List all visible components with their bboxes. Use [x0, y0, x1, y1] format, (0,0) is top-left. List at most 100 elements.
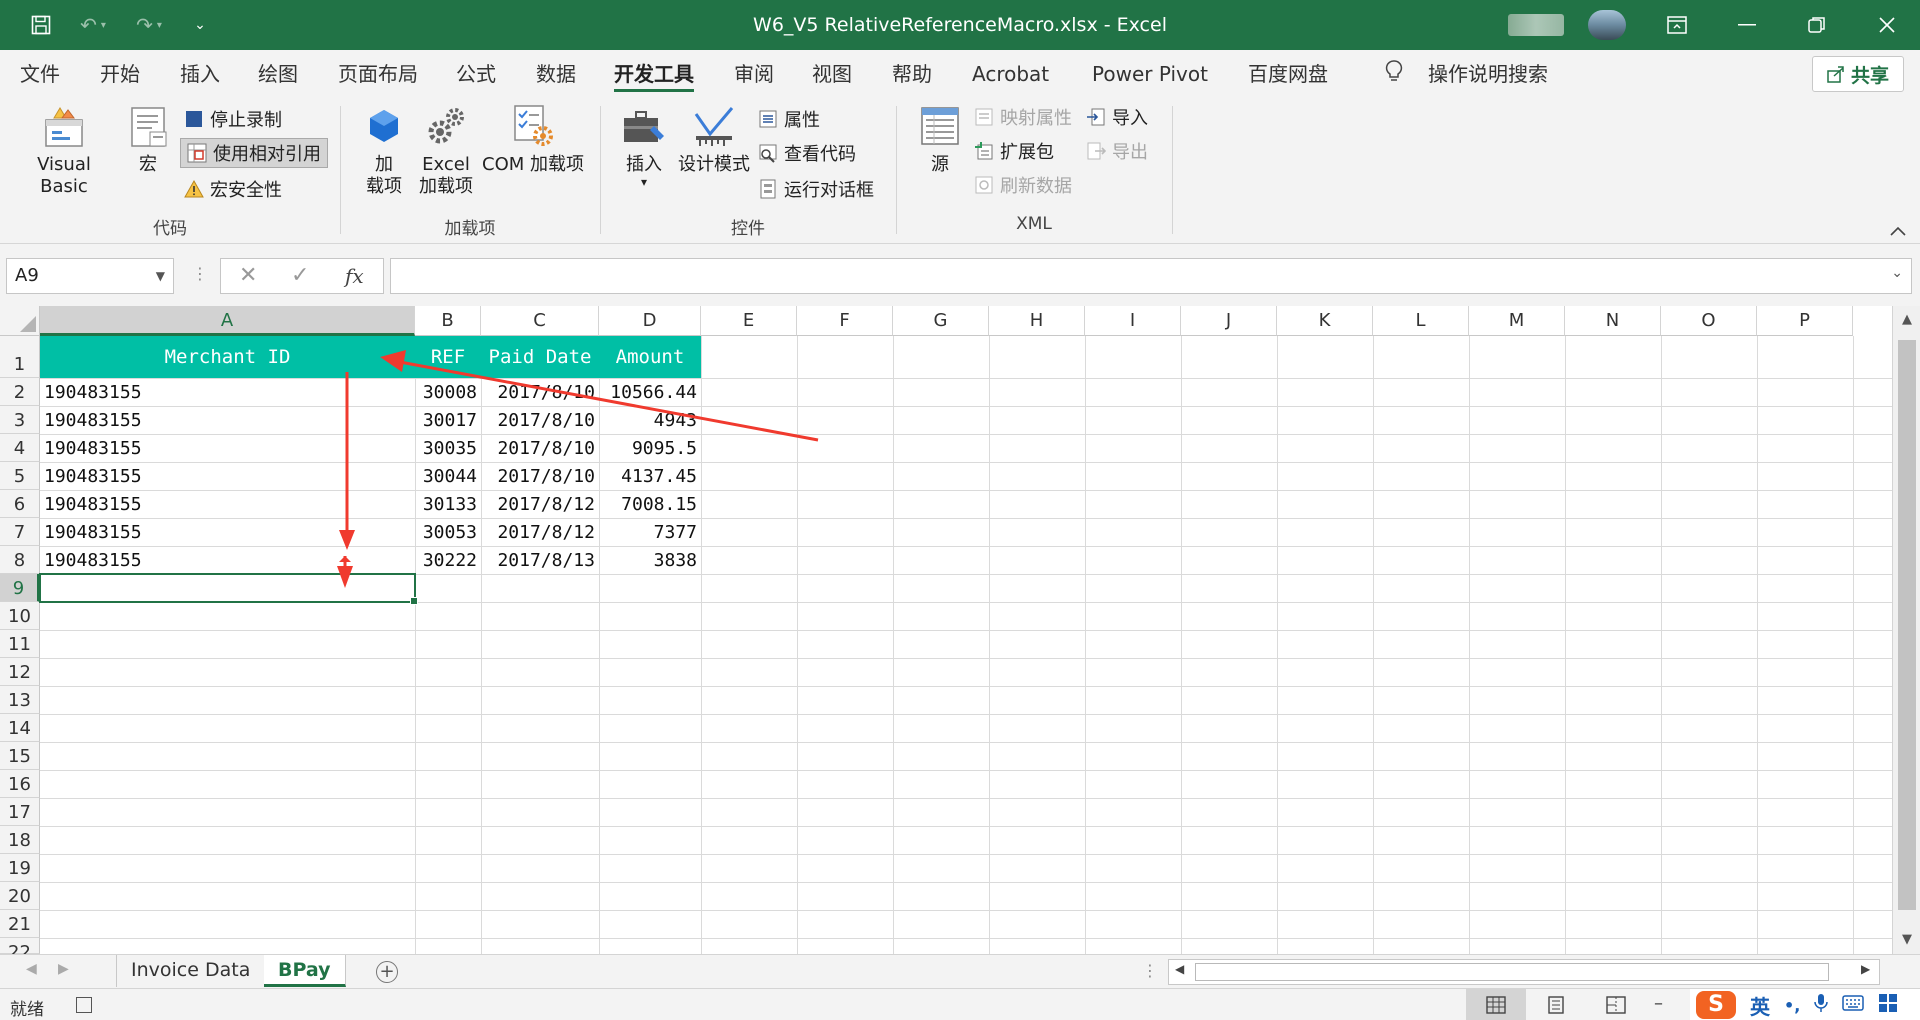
- design-mode-button[interactable]: 设计模式: [676, 104, 752, 176]
- column-header-n[interactable]: N: [1565, 306, 1661, 336]
- tab-file[interactable]: 文件: [20, 50, 60, 98]
- formula-input[interactable]: ⌄: [390, 258, 1912, 294]
- row-header-8[interactable]: 8: [0, 546, 40, 574]
- cell-d3[interactable]: 4943: [599, 410, 701, 434]
- restore-icon[interactable]: [1782, 0, 1852, 50]
- page-break-view-button[interactable]: [1586, 989, 1646, 1020]
- xml-import-button[interactable]: 导入: [1086, 102, 1148, 132]
- vertical-scroll-thumb[interactable]: [1898, 340, 1916, 910]
- cell-c7[interactable]: 2017/8/12: [481, 522, 599, 546]
- row-header-2[interactable]: 2: [0, 378, 40, 406]
- visual-basic-button[interactable]: Visual Basic: [12, 104, 116, 198]
- xml-source-button[interactable]: 源: [912, 104, 968, 176]
- ime-mode[interactable]: 英: [1750, 991, 1770, 1020]
- row-header-18[interactable]: 18: [0, 826, 40, 854]
- column-header-f[interactable]: F: [797, 306, 893, 336]
- row-header-20[interactable]: 20: [0, 882, 40, 910]
- row-header-16[interactable]: 16: [0, 770, 40, 798]
- scroll-right-icon[interactable]: ▶: [1861, 962, 1870, 976]
- macro-recording-icon[interactable]: [76, 997, 92, 1013]
- column-header-a[interactable]: A: [40, 306, 415, 336]
- cell-d6[interactable]: 7008.15: [599, 494, 701, 518]
- name-box[interactable]: A9 ▼: [6, 258, 174, 294]
- column-header-c[interactable]: C: [481, 306, 599, 336]
- cell-a8[interactable]: 190483155: [40, 550, 415, 574]
- minimize-icon[interactable]: [1712, 0, 1782, 50]
- ime-punctuation[interactable]: •,: [1784, 996, 1800, 1015]
- sheet-tab-invoice-data[interactable]: Invoice Data: [116, 955, 266, 987]
- row-header-19[interactable]: 19: [0, 854, 40, 882]
- scroll-down-icon[interactable]: ▼: [1893, 932, 1920, 947]
- cell-a4[interactable]: 190483155: [40, 438, 415, 462]
- cell-b5[interactable]: 30044: [415, 466, 481, 490]
- cell-c6[interactable]: 2017/8/12: [481, 494, 599, 518]
- chevron-down-icon[interactable]: ▼: [156, 259, 165, 293]
- keyboard-icon[interactable]: [1842, 994, 1865, 1017]
- header-cell-amount[interactable]: Amount: [599, 336, 701, 378]
- row-header-13[interactable]: 13: [0, 686, 40, 714]
- page-layout-view-button[interactable]: [1526, 989, 1586, 1020]
- cell-a7[interactable]: 190483155: [40, 522, 415, 546]
- close-icon[interactable]: [1852, 0, 1920, 50]
- tab-baidu-netdisk[interactable]: 百度网盘: [1248, 50, 1328, 98]
- column-header-b[interactable]: B: [415, 306, 481, 336]
- cell-d7[interactable]: 7377: [599, 522, 701, 546]
- tab-split-handle[interactable]: ⋮: [1142, 961, 1158, 980]
- formula-bar-resize-handle[interactable]: ⋮: [192, 264, 208, 283]
- ime-menu-icon[interactable]: [1878, 993, 1898, 1018]
- refresh-data-button[interactable]: 刷新数据: [974, 170, 1072, 200]
- vertical-scrollbar[interactable]: ▲ ▼: [1892, 306, 1920, 954]
- microphone-icon[interactable]: [1814, 993, 1829, 1018]
- tab-power-pivot[interactable]: Power Pivot: [1092, 50, 1208, 98]
- cell-a2[interactable]: 190483155: [40, 382, 415, 406]
- run-dialog-button[interactable]: 运行对话框: [758, 174, 874, 204]
- tab-draw[interactable]: 绘图: [258, 50, 298, 98]
- tell-me-search[interactable]: 操作说明搜索: [1428, 50, 1548, 98]
- cell-a6[interactable]: 190483155: [40, 494, 415, 518]
- column-header-h[interactable]: H: [989, 306, 1085, 336]
- scroll-left-icon[interactable]: ◀: [1175, 962, 1184, 976]
- column-header-g[interactable]: G: [893, 306, 989, 336]
- column-header-j[interactable]: J: [1181, 306, 1277, 336]
- cell-d8[interactable]: 3838: [599, 550, 701, 574]
- column-header-k[interactable]: K: [1277, 306, 1373, 336]
- row-header-1[interactable]: 1: [0, 336, 40, 378]
- row-header-14[interactable]: 14: [0, 714, 40, 742]
- tab-page-layout[interactable]: 页面布局: [338, 50, 418, 98]
- row-header-6[interactable]: 6: [0, 490, 40, 518]
- horizontal-scrollbar[interactable]: ◀ ▶: [1168, 959, 1880, 985]
- column-header-l[interactable]: L: [1373, 306, 1469, 336]
- tab-data[interactable]: 数据: [536, 50, 576, 98]
- row-header-9[interactable]: 9: [0, 574, 40, 602]
- row-header-5[interactable]: 5: [0, 462, 40, 490]
- header-cell-merchant-id[interactable]: Merchant ID: [40, 336, 415, 378]
- tab-view[interactable]: 视图: [812, 50, 852, 98]
- horizontal-scroll-thumb[interactable]: [1195, 963, 1829, 981]
- row-header-21[interactable]: 21: [0, 910, 40, 938]
- macro-security-button[interactable]: 宏安全性: [184, 174, 282, 204]
- worksheet-grid[interactable]: ABCDEFGHIJKLMNOP 1 2 3 4 5 6 7 8 9 10 11 12 13 14 15 16…: [0, 306, 1920, 954]
- cell-d5[interactable]: 4137.45: [599, 466, 701, 490]
- cell-b8[interactable]: 30222: [415, 550, 481, 574]
- tab-home[interactable]: 开始: [100, 50, 140, 98]
- sheet-next-icon[interactable]: ▶: [58, 961, 69, 977]
- cell-c4[interactable]: 2017/8/10: [481, 438, 599, 462]
- tab-formulas[interactable]: 公式: [456, 50, 496, 98]
- header-cell-ref[interactable]: REF: [415, 336, 481, 378]
- tab-insert[interactable]: 插入: [180, 50, 220, 98]
- normal-view-button[interactable]: [1466, 989, 1526, 1020]
- row-header-22[interactable]: 22: [0, 938, 40, 954]
- xml-export-button[interactable]: 导出: [1086, 136, 1148, 166]
- insert-function-icon[interactable]: fx: [345, 259, 364, 293]
- expansion-packs-button[interactable]: 扩展包: [974, 136, 1054, 166]
- expand-formula-bar-icon[interactable]: ⌄: [1891, 265, 1903, 281]
- row-header-15[interactable]: 15: [0, 742, 40, 770]
- add-sheet-icon[interactable]: +: [376, 961, 398, 983]
- cell-c5[interactable]: 2017/8/10: [481, 466, 599, 490]
- excel-addins-button[interactable]: Excel 加载项: [416, 104, 476, 198]
- row-header-3[interactable]: 3: [0, 406, 40, 434]
- com-addins-button[interactable]: COM 加载项: [478, 104, 588, 176]
- row-header-10[interactable]: 10: [0, 602, 40, 630]
- ribbon-display-options-icon[interactable]: [1642, 0, 1712, 50]
- row-header-4[interactable]: 4: [0, 434, 40, 462]
